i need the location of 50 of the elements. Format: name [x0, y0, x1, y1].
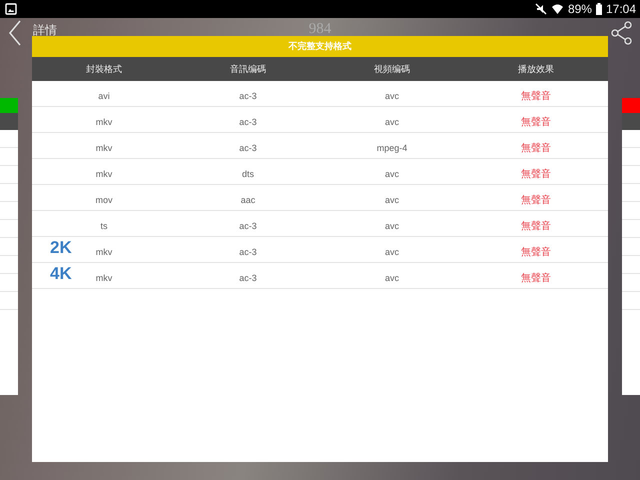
column-header: 播放效果	[517, 64, 555, 76]
table-cell: avc	[384, 247, 399, 257]
table-cell: ac-3	[239, 221, 257, 231]
playback-result: 無聲音	[521, 247, 551, 258]
column-header: 音訊编碼	[229, 64, 267, 76]
table-cell: ts	[100, 221, 108, 231]
mute-icon	[534, 3, 547, 15]
table-cell: mkv	[96, 247, 112, 257]
playback-result: 無聲音	[521, 221, 551, 232]
table-cell: ac-3	[239, 117, 257, 127]
table-cell: avc	[384, 273, 399, 283]
back-label[interactable]: 詳情	[33, 23, 57, 37]
table-cell: aac	[240, 195, 256, 205]
table-cell: mkv	[96, 273, 112, 283]
column-header: 視頻编碼	[373, 64, 411, 76]
playback-result: 無聲音	[521, 273, 551, 284]
image-icon	[5, 3, 17, 15]
share-icon[interactable]	[611, 21, 633, 45]
wifi-icon	[550, 3, 564, 15]
table-cell: mpeg-4	[376, 143, 408, 153]
playback-result: 無聲音	[521, 143, 551, 154]
table-cell: avc	[384, 221, 399, 231]
table-cell: avi	[98, 91, 110, 101]
back-icon[interactable]	[8, 20, 22, 46]
table-cell: mov	[95, 195, 112, 205]
table-cell: dts	[242, 169, 254, 179]
battery-percentage: 89%	[568, 2, 592, 16]
playback-result: 無聲音	[521, 195, 551, 206]
clock: 17:04	[606, 2, 636, 16]
table-cell: avc	[384, 91, 399, 101]
card-toolbar	[0, 113, 18, 130]
table-cell: ac-3	[239, 273, 257, 283]
table-cell: ac-3	[239, 247, 257, 257]
playback-result: 無聲音	[521, 169, 551, 180]
dialog-title: 不完整支持格式	[32, 36, 608, 57]
table-cell: ac-3	[239, 91, 257, 101]
table-cell: avc	[384, 117, 399, 127]
column-header: 封裝格式	[85, 64, 123, 76]
table-cell: mkv	[96, 143, 112, 153]
battery-icon	[596, 3, 602, 15]
card-toolbar	[622, 113, 640, 130]
table-cell: ac-3	[239, 143, 257, 153]
table-cell: mkv	[96, 117, 112, 127]
playback-result: 無聲音	[521, 91, 551, 102]
resolution-label: 2K	[50, 238, 72, 258]
table-cell: avc	[384, 195, 399, 205]
table-cell: mkv	[96, 169, 112, 179]
resolution-label: 4K	[50, 264, 72, 284]
playback-result: 無聲音	[521, 117, 551, 128]
table-cell: avc	[384, 169, 399, 179]
